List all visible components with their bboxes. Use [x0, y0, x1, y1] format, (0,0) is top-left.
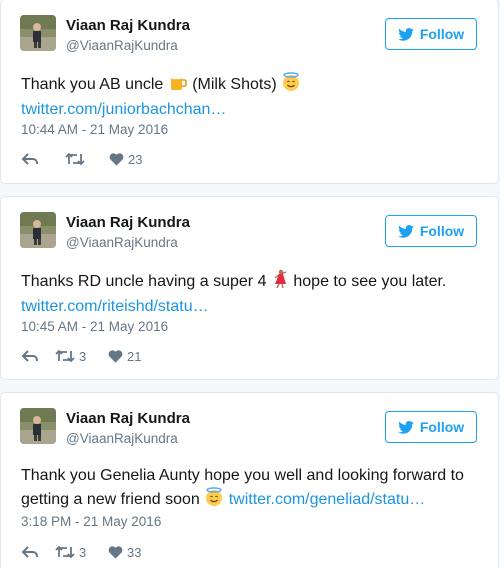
halo-smiley-emoji	[281, 72, 301, 99]
user-handle[interactable]: @ViaanRajKundra	[66, 38, 178, 53]
retweet-button[interactable]	[65, 152, 109, 166]
retweet-count: 3	[79, 348, 87, 364]
reply-icon	[21, 153, 38, 165]
timestamp[interactable]: 10:44 AM - 21 May 2016	[21, 122, 168, 137]
user-name[interactable]: Viaan Raj Kundra	[66, 214, 190, 231]
retweet-count: 3	[79, 544, 87, 560]
reply-icon	[21, 350, 38, 362]
bird-icon	[398, 420, 414, 434]
avatar[interactable]	[20, 15, 56, 51]
avatar[interactable]	[20, 408, 56, 444]
user-handle[interactable]: @ViaanRajKundra	[66, 431, 178, 446]
retweet-button[interactable]: 3	[55, 545, 108, 560]
user-name[interactable]: Viaan Raj Kundra	[66, 410, 190, 427]
avatar[interactable]	[20, 212, 56, 248]
tweet-link[interactable]: twitter.com/juniorbachchan…	[21, 101, 226, 118]
retweet-button[interactable]: 3	[55, 349, 108, 364]
tweet-actions: 23	[21, 150, 142, 168]
halo-smiley-emoji	[204, 487, 224, 514]
user-handle[interactable]: @ViaanRajKundra	[66, 235, 178, 250]
tweet-card: Viaan Raj Kundra @ViaanRajKundra Follow …	[0, 196, 499, 380]
heart-icon	[108, 546, 123, 559]
follow-label: Follow	[419, 419, 465, 435]
like-count: 23	[128, 151, 143, 167]
user-name[interactable]: Viaan Raj Kundra	[66, 17, 190, 34]
tweet-link[interactable]: twitter.com/riteishd/statu…	[21, 298, 209, 315]
like-button[interactable]: 21	[108, 349, 141, 364]
like-count: 21	[127, 348, 142, 364]
retweet-icon	[55, 349, 75, 363]
retweet-icon	[65, 152, 85, 166]
tweet-actions: 3 33	[21, 543, 141, 561]
follow-label: Follow	[419, 223, 465, 239]
tweet-text: Thanks RD uncle having a super 4 hope to…	[21, 269, 481, 318]
heart-icon	[108, 350, 123, 363]
reply-button[interactable]	[21, 152, 65, 166]
reply-button[interactable]	[21, 349, 55, 363]
tweet-text: Thank you AB uncle (Milk Shots) twitter.…	[21, 72, 481, 121]
reply-button[interactable]	[21, 545, 55, 559]
timestamp[interactable]: 3:18 PM - 21 May 2016	[21, 514, 161, 529]
follow-button[interactable]: Follow	[385, 18, 477, 50]
heart-icon	[109, 153, 124, 166]
reply-icon	[21, 546, 38, 558]
tweet-link[interactable]: twitter.com/geneliad/statu…	[229, 491, 426, 508]
follow-button[interactable]: Follow	[385, 215, 477, 247]
follow-label: Follow	[419, 26, 465, 42]
beer-mug-emoji	[168, 72, 188, 99]
follow-button[interactable]: Follow	[385, 411, 477, 443]
bird-icon	[398, 224, 414, 238]
tweet-card: Viaan Raj Kundra @ViaanRajKundra Follow …	[0, 392, 499, 568]
like-button[interactable]: 33	[108, 545, 141, 560]
retweet-icon	[55, 545, 75, 559]
like-button[interactable]: 23	[109, 152, 142, 167]
like-count: 33	[127, 544, 142, 560]
timestamp[interactable]: 10:45 AM - 21 May 2016	[21, 319, 168, 334]
tweet-actions: 3 21	[21, 347, 141, 365]
bird-icon	[398, 27, 414, 41]
dancer-emoji	[271, 269, 289, 296]
tweet-card: Viaan Raj Kundra @ViaanRajKundra Follow …	[0, 0, 499, 184]
tweet-text: Thank you Genelia Aunty hope you well an…	[21, 465, 481, 514]
